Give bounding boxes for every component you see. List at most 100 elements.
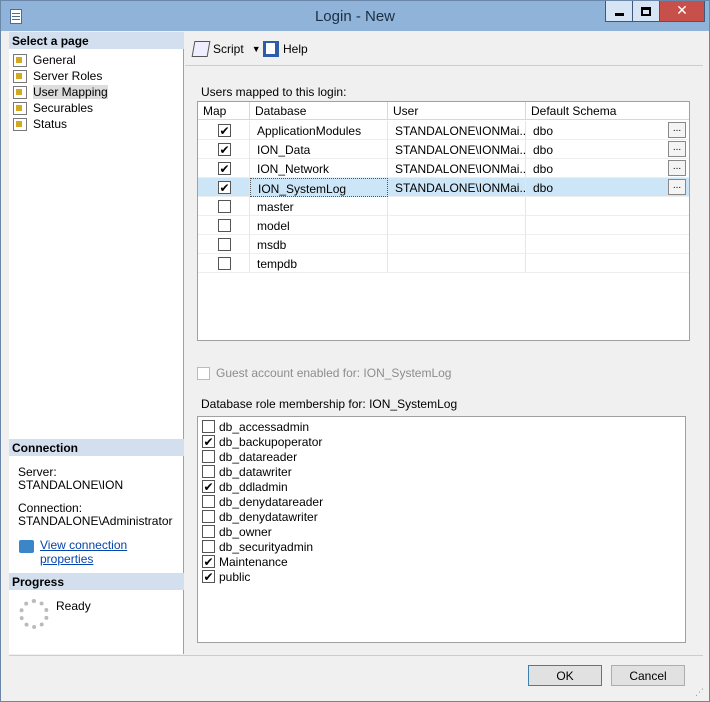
role-checkbox[interactable] [202,450,215,463]
database-cell[interactable]: ION_Network [250,159,388,178]
user-cell[interactable] [388,254,526,273]
view-connection-properties-link[interactable]: View connection properties [40,538,183,566]
wrench-page-icon [13,101,27,115]
script-button[interactable]: Script ▼ [191,41,261,57]
table-row[interactable]: master [198,197,689,216]
user-cell[interactable] [388,216,526,235]
browse-schema-button[interactable]: ... [668,141,686,157]
map-cell: ✔ [198,140,250,159]
map-cell [198,235,250,254]
user-cell[interactable]: STANDALONE\IONMai... [388,140,526,159]
page-item-user-mapping[interactable]: User Mapping [13,84,108,100]
default-schema-cell[interactable] [526,235,689,254]
map-checkbox[interactable]: ✔ [218,143,231,156]
users-mapped-label: Users mapped to this login: [201,85,347,99]
database-cell[interactable]: master [250,197,388,216]
role-item-db-ddladmin[interactable]: ✔ db_ddladmin [202,479,288,494]
map-checkbox[interactable]: ✔ [218,181,231,194]
role-checkbox[interactable]: ✔ [202,555,215,568]
browse-schema-button[interactable]: ... [668,160,686,176]
ok-button[interactable]: OK [528,665,602,686]
role-item-db-accessadmin[interactable]: db_accessadmin [202,419,309,434]
default-schema-cell[interactable]: dbo [526,178,689,197]
database-cell-text: tempdb [257,257,298,271]
table-row[interactable]: model [198,216,689,235]
table-row[interactable]: ✔ ION_Network STANDALONE\IONMai... dbo... [198,159,689,178]
map-cell: ✔ [198,178,250,197]
column-header-database[interactable]: Database [250,102,388,120]
role-checkbox[interactable] [202,525,215,538]
default-schema-cell[interactable]: dbo [526,140,689,159]
user-cell[interactable]: STANDALONE\IONMai... [388,121,526,140]
role-item-db-datareader[interactable]: db_datareader [202,449,297,464]
role-label: db_denydatareader [219,494,324,509]
page-item-general[interactable]: General [13,52,76,68]
role-item-db-owner[interactable]: db_owner [202,524,272,539]
map-checkbox[interactable] [218,200,231,213]
column-header-user[interactable]: User [388,102,526,120]
map-cell [198,197,250,216]
default-schema-cell[interactable]: dbo [526,121,689,140]
role-item-db-securityadmin[interactable]: db_securityadmin [202,539,313,554]
map-checkbox[interactable] [218,257,231,270]
browse-schema-button[interactable]: ... [668,122,686,138]
role-item-public[interactable]: ✔ public [202,569,250,584]
map-checkbox[interactable] [218,219,231,232]
minimize-button[interactable] [605,1,633,22]
maximize-button[interactable] [632,1,660,22]
user-cell[interactable] [388,235,526,254]
role-item-db-backupoperator[interactable]: ✔ db_backupoperator [202,434,322,449]
role-item-db-denydatareader[interactable]: db_denydatareader [202,494,323,509]
role-checkbox[interactable]: ✔ [202,435,215,448]
table-row[interactable]: tempdb [198,254,689,273]
database-cell[interactable]: ION_SystemLog [250,178,388,197]
database-cell[interactable]: ION_Data [250,140,388,159]
page-item-status[interactable]: Status [13,116,67,132]
page-item-server-roles[interactable]: Server Roles [13,68,102,84]
role-item-db-denydatawriter[interactable]: db_denydatawriter [202,509,318,524]
role-checkbox[interactable] [202,510,215,523]
role-item-maintenance[interactable]: ✔ Maintenance [202,554,288,569]
table-row[interactable]: ✔ ApplicationModules STANDALONE\IONMai... d… [198,121,689,140]
browse-schema-button[interactable]: ... [668,179,686,195]
database-cell[interactable]: model [250,216,388,235]
database-cell[interactable]: msdb [250,235,388,254]
connection-value: STANDALONE\Administrator [18,514,173,528]
resize-grip-icon[interactable]: ⋰ [695,687,707,699]
column-header-default-schema[interactable]: Default Schema [526,102,689,120]
map-checkbox[interactable]: ✔ [218,124,231,137]
title-bar[interactable]: Login - New ✕ [1,1,709,31]
chevron-down-icon[interactable]: ▼ [252,44,261,54]
database-cell[interactable]: tempdb [250,254,388,273]
page-item-securables[interactable]: Securables [13,100,93,116]
role-checkbox[interactable] [202,420,215,433]
default-schema-cell[interactable]: dbo [526,159,689,178]
role-checkbox[interactable] [202,495,215,508]
close-button[interactable]: ✕ [659,1,705,22]
user-cell[interactable] [388,197,526,216]
default-schema-cell[interactable] [526,216,689,235]
role-item-db-datawriter[interactable]: db_datawriter [202,464,292,479]
table-row[interactable]: ✔ ION_Data STANDALONE\IONMai... dbo... [198,140,689,159]
role-checkbox[interactable]: ✔ [202,480,215,493]
user-cell[interactable]: STANDALONE\IONMai... [388,159,526,178]
default-schema-cell[interactable] [526,197,689,216]
role-checkbox[interactable] [202,465,215,478]
role-checkbox[interactable] [202,540,215,553]
table-row[interactable]: ✔ ION_SystemLog STANDALONE\IONMai... dbo... [198,178,689,197]
map-checkbox[interactable]: ✔ [218,162,231,175]
progress-header: Progress [9,573,184,590]
table-row[interactable]: msdb [198,235,689,254]
column-header-map[interactable]: Map [198,102,250,120]
default-schema-cell[interactable] [526,254,689,273]
cancel-button[interactable]: Cancel [611,665,685,686]
role-checkbox[interactable]: ✔ [202,570,215,583]
guest-account-label: Guest account enabled for: ION_SystemLog [216,366,452,380]
database-cell[interactable]: ApplicationModules [250,121,388,140]
role-label: db_backupoperator [219,434,323,449]
guest-account-checkbox[interactable] [197,367,210,380]
map-checkbox[interactable] [218,238,231,251]
window-title: Login - New [314,8,396,25]
user-cell[interactable]: STANDALONE\IONMai... [388,178,526,197]
help-button[interactable]: Help [263,41,308,57]
